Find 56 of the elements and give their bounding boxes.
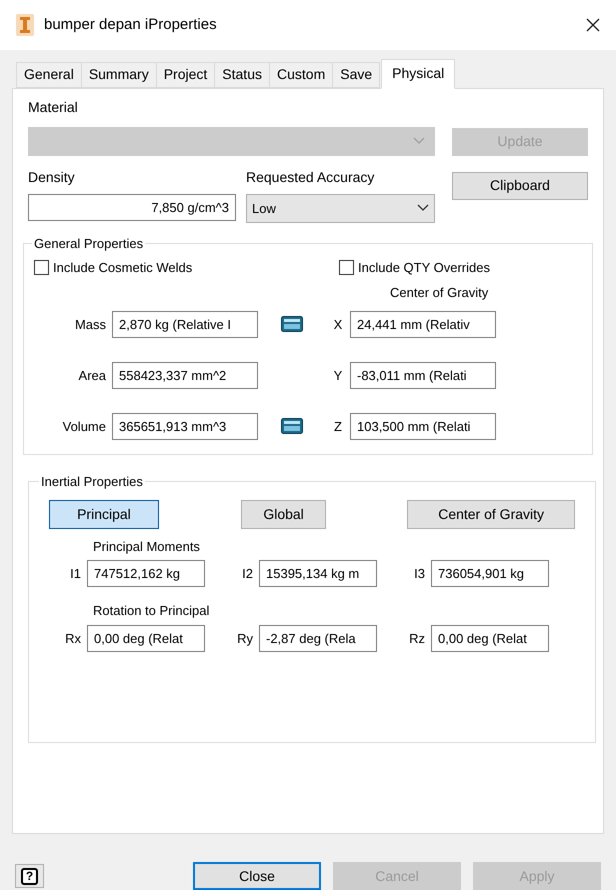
help-button[interactable]: ? (15, 864, 44, 888)
chevron-down-icon (413, 137, 425, 146)
close-icon[interactable] (586, 18, 600, 32)
value-field[interactable]: 0,00 deg (Relat (431, 624, 549, 652)
value-field[interactable]: -83,011 mm (Relati (350, 362, 496, 389)
chevron-down-icon (417, 204, 429, 212)
tab[interactable]: General (16, 62, 82, 88)
tab[interactable]: Physical (381, 58, 456, 89)
accuracy-dropdown[interactable]: Low (246, 194, 435, 223)
axis-label: I1 (69, 565, 82, 584)
value-field[interactable]: 736054,901 kg (431, 560, 549, 588)
field-label: Material (28, 98, 79, 117)
section-label: Rotation to Principal (93, 603, 210, 618)
checkbox[interactable] (34, 260, 49, 276)
window-title: bumper depan iProperties (44, 14, 217, 35)
axis-label: Y (332, 366, 344, 385)
mode-button[interactable]: Center of Gravity (407, 500, 575, 529)
calculator-icon[interactable] (281, 316, 303, 332)
axis-label: X (332, 316, 344, 334)
checkbox[interactable] (339, 260, 354, 276)
checkbox-label: Include QTY Overrides (358, 258, 490, 277)
field-label: Requested Accuracy (246, 168, 376, 187)
axis-label: Rz (408, 630, 426, 648)
axis-label: Z (333, 418, 343, 436)
field-label: Area (78, 366, 107, 385)
value-field[interactable]: 7,850 g/cm^3 (28, 194, 236, 221)
tab[interactable]: Summary (80, 62, 157, 88)
value-field[interactable]: 2,870 kg (Relative I (112, 310, 258, 338)
mode-button[interactable]: Principal (49, 500, 159, 529)
value-field[interactable]: 365651,913 mm^3 (112, 412, 258, 440)
tab[interactable]: Custom (269, 62, 334, 88)
field-label: Density (28, 168, 76, 187)
section-label: Principal Moments (93, 538, 200, 554)
axis-label: Rx (64, 630, 82, 648)
value-field[interactable]: 15395,134 kg m (259, 560, 377, 588)
tab[interactable]: Save (332, 62, 380, 88)
axis-label: I3 (413, 565, 426, 584)
tab[interactable]: Project (156, 62, 216, 88)
axis-label: I2 (241, 565, 254, 584)
section-label: Center of Gravity (390, 285, 488, 300)
field-label: Volume (62, 418, 107, 436)
dialog-button[interactable]: Clipboard (452, 172, 588, 200)
value-field[interactable]: 747512,162 kg (87, 560, 205, 588)
value-field[interactable]: 558423,337 mm^2 (112, 362, 258, 389)
value-field[interactable]: 24,441 mm (Relativ (350, 310, 496, 338)
checkbox-label: Include Cosmetic Welds (53, 258, 192, 277)
value-field[interactable]: 103,500 mm (Relati (350, 412, 496, 440)
value-field[interactable]: 0,00 deg (Relat (87, 624, 205, 652)
value-field[interactable]: -2,87 deg (Rela (259, 624, 377, 652)
axis-label: Ry (236, 630, 254, 648)
field-label: Mass (74, 316, 107, 334)
calculator-icon[interactable] (281, 418, 303, 434)
tab[interactable]: Status (214, 62, 270, 88)
footer-button[interactable]: Close (193, 862, 321, 890)
app-icon (16, 14, 34, 36)
mode-button[interactable]: Global (240, 500, 326, 529)
